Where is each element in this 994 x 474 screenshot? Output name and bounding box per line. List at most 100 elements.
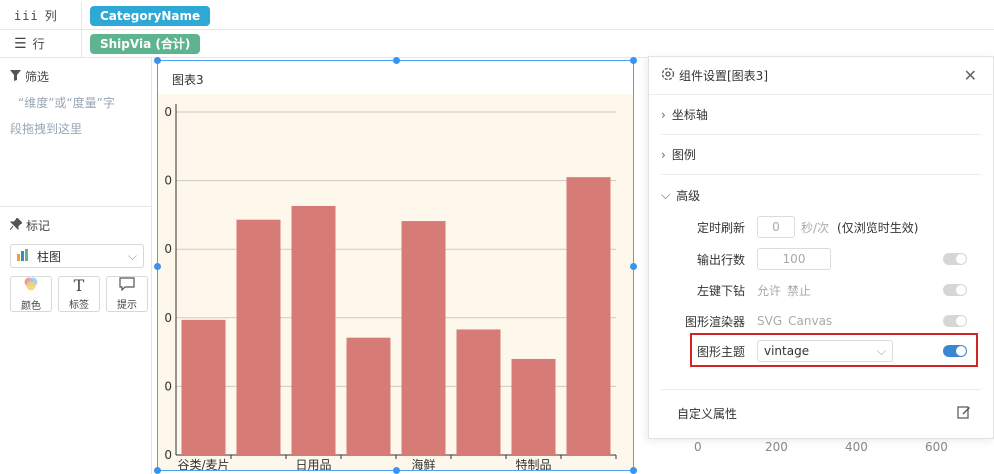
output-rows-row: 输出行数 100 (649, 247, 994, 271)
section-advanced[interactable]: ⌵ 高级 (661, 175, 981, 215)
section-advanced-label: 高级 (676, 188, 701, 203)
settings-title: 组件设置[图表3] (679, 69, 768, 83)
component-settings-panel: 组件设置[图表3] ✕ › 坐标轴 › 图例 ⌵ 高级 定时刷新 0 秒/次 (… (648, 56, 994, 439)
drill-label: 左键下钻 (696, 283, 745, 298)
resize-handle[interactable] (154, 57, 161, 64)
theme-highlight-box (690, 333, 978, 367)
section-axis[interactable]: › 坐标轴 (661, 95, 981, 135)
chart-bar (346, 337, 391, 455)
marks-section: 标记 柱图 ⌵ 颜色 T 标签 提示 (0, 206, 152, 312)
renderer-label: 图形渲染器 (684, 314, 745, 329)
column-field-pill[interactable]: CategoryName (90, 5, 211, 26)
chart-type-value: 柱图 (37, 249, 62, 264)
x-tick-label: 海鲜 (411, 457, 435, 470)
section-legend-label: 图例 (671, 148, 696, 162)
filter-hint-line1: “维度”或“度量”字 (18, 96, 115, 110)
drill-row: 左键下钻 允许 禁止 (649, 278, 994, 302)
resize-handle[interactable] (630, 263, 637, 270)
section-legend[interactable]: › 图例 (661, 135, 981, 175)
bg-axis-tick: 600 (925, 440, 948, 454)
y-tick-label: 0 (164, 448, 172, 462)
chart-bar (291, 205, 336, 455)
edit-icon[interactable] (957, 405, 971, 422)
chevron-right-icon: › (661, 107, 666, 122)
x-tick-label: 特制品 (515, 457, 551, 470)
resize-handle[interactable] (393, 57, 400, 64)
x-tick-label: 日用品 (295, 458, 331, 470)
columns-label-text: 列 (44, 9, 57, 23)
filter-drop-zone[interactable]: “维度”或“度量”字 段拖拽到这里 (10, 90, 140, 142)
rows-shelf: ☰ 行 ShipVia (合计) (0, 30, 994, 58)
renderer-toggle[interactable] (943, 315, 967, 327)
bg-axis-tick: 400 (845, 440, 868, 454)
chart-bar (181, 319, 226, 455)
chart-bar (566, 177, 611, 456)
rows-label-text: 行 (32, 37, 45, 51)
chevron-down-icon: ⌵ (661, 187, 671, 202)
resize-handle[interactable] (154, 263, 161, 270)
row-field-pill[interactable]: ShipVia (合计) (90, 33, 201, 54)
bg-axis-tick: 200 (765, 440, 788, 454)
bar-chart-svg: 0 0 0 0 0 0 谷类/麦片 日用品 海鲜 特制品 (164, 104, 617, 470)
resize-handle[interactable] (393, 467, 400, 474)
y-tick-label: 0 (164, 242, 172, 256)
renderer-canvas-option[interactable]: Canvas (788, 314, 832, 328)
refresh-row: 定时刷新 0 秒/次 (仅浏览时生效) (649, 215, 994, 239)
refresh-label: 定时刷新 (696, 220, 745, 235)
resize-handle[interactable] (630, 57, 637, 64)
color-mark-label: 颜色 (21, 301, 41, 312)
chart-plot-area: 0 0 0 0 0 0 谷类/麦片 日用品 海鲜 特制品 (158, 94, 633, 470)
chart-bar (401, 221, 446, 455)
chevron-right-icon: › (661, 147, 666, 162)
filter-title: 筛选 (25, 70, 50, 84)
label-mark-button[interactable]: T 标签 (58, 276, 100, 312)
speech-bubble-icon (119, 277, 135, 294)
settings-header: 组件设置[图表3] ✕ (649, 57, 993, 95)
section-axis-label: 坐标轴 (671, 108, 708, 122)
chevron-down-icon: ⌵ (127, 248, 137, 263)
output-rows-input[interactable]: 100 (757, 248, 831, 270)
y-tick-label: 0 (164, 379, 172, 393)
app-root: iii 列 CategoryName ☰ 行 ShipVia (合计) 筛选 “… (0, 0, 994, 474)
left-panel: 筛选 “维度”或“度量”字 段拖拽到这里 标记 柱图 ⌵ 颜色 T 标签 提示 (0, 58, 152, 474)
filter-icon (10, 69, 21, 84)
rows-icon: ☰ (14, 35, 27, 52)
y-tick-label: 0 (164, 311, 172, 325)
pin-icon (9, 217, 23, 233)
chart-bar (511, 358, 556, 455)
custom-properties-label: 自定义属性 (677, 407, 738, 421)
resize-handle[interactable] (630, 467, 637, 474)
y-tick-label: 0 (164, 174, 172, 188)
chart-title: 图表3 (172, 73, 204, 87)
chart-type-select[interactable]: 柱图 ⌵ (10, 244, 144, 268)
columns-icon: iii (14, 8, 39, 23)
marks-title: 标记 (26, 219, 51, 233)
color-palette-icon (23, 276, 39, 295)
resize-handle[interactable] (154, 467, 161, 474)
renderer-svg-option[interactable]: SVG (757, 314, 782, 328)
close-icon[interactable]: ✕ (964, 66, 977, 85)
chart-component[interactable]: 图表3 0 0 0 0 0 0 谷类/麦片 日用品 海鲜 特制品 (154, 57, 637, 474)
x-tick-label: 谷类/麦片 (177, 458, 229, 470)
color-mark-button[interactable]: 颜色 (10, 276, 52, 312)
bg-axis-tick: 0 (694, 440, 702, 454)
drill-allow-option[interactable]: 允许 (757, 282, 781, 299)
rows-shelf-label: ☰ 行 (0, 30, 82, 57)
output-rows-label: 输出行数 (696, 252, 745, 267)
tooltip-mark-label: 提示 (117, 300, 137, 311)
marks-header: 标记 (0, 217, 152, 234)
drill-deny-option[interactable]: 禁止 (787, 282, 811, 299)
drill-toggle[interactable] (943, 284, 967, 296)
y-tick-label: 0 (164, 105, 172, 119)
text-icon: T (73, 275, 85, 295)
refresh-unit: 秒/次 (801, 220, 830, 235)
refresh-input[interactable]: 0 (757, 216, 795, 238)
filter-header: 筛选 (10, 68, 49, 85)
filter-hint-line2: 段拖拽到这里 (10, 122, 83, 136)
tooltip-mark-button[interactable]: 提示 (106, 276, 148, 312)
bar-chart-icon (17, 248, 31, 264)
columns-shelf-label: iii 列 (0, 2, 82, 29)
chart-bar (236, 219, 281, 455)
chart-bar (456, 329, 501, 455)
output-rows-toggle[interactable] (943, 253, 967, 265)
